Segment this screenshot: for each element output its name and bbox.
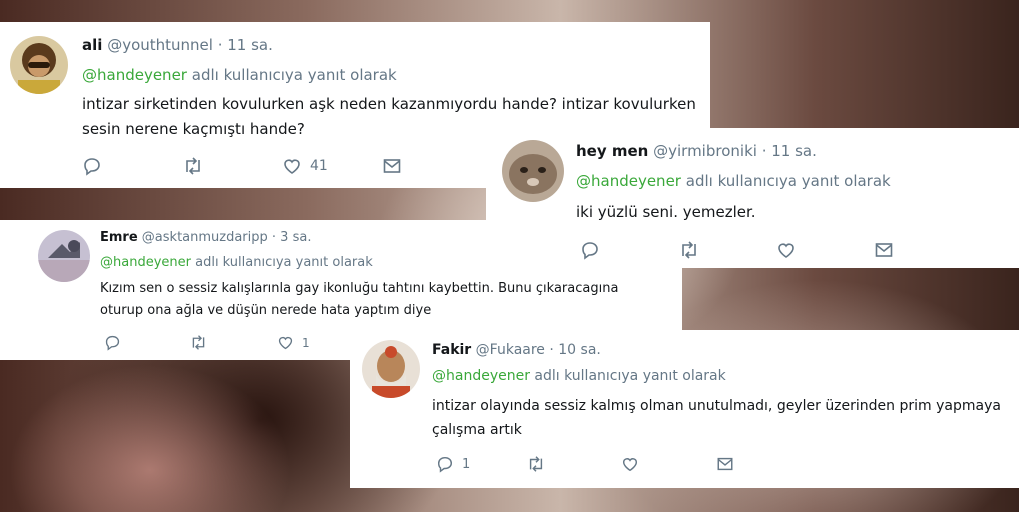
reply-icon: [84, 158, 100, 176]
retweet-icon: [529, 456, 543, 472]
message-icon: [717, 457, 733, 471]
tweet-header: ali @youthtunnel · 11 sa.: [82, 36, 273, 54]
reply-context: @handeyener adlı kullanıcıya yanıt olara…: [576, 172, 891, 190]
like-button[interactable]: [776, 240, 874, 260]
tweet-text: Kızım sen o sessiz kalışlarınla gay ikon…: [100, 281, 619, 318]
reply-suffix: adlı kullanıcıya yanıt olarak: [191, 66, 397, 84]
like-icon: [284, 159, 300, 174]
avatar[interactable]: [10, 36, 68, 94]
like-icon: [778, 243, 794, 258]
avatar[interactable]: [38, 230, 90, 282]
tweet-actions: [580, 240, 894, 260]
retweet-icon: [682, 241, 696, 259]
retweet-button[interactable]: [526, 455, 621, 473]
mention-link[interactable]: @handeyener: [100, 255, 191, 270]
tweet-text: iki yüzlü seni. yemezler.: [576, 203, 756, 221]
reply-button[interactable]: [82, 156, 182, 176]
display-name[interactable]: Fakir: [432, 342, 471, 358]
reply-context: @handeyener adlı kullanıcıya yanıt olara…: [100, 255, 373, 270]
like-icon: [622, 458, 638, 472]
like-count: 1: [302, 335, 310, 350]
reply-button[interactable]: 1: [436, 455, 526, 473]
message-icon: [383, 159, 401, 173]
handle[interactable]: @youthtunnel: [107, 36, 213, 54]
tweet-actions: 41: [82, 156, 402, 176]
reply-icon: [582, 242, 598, 260]
retweet-button[interactable]: [189, 334, 277, 351]
message-icon: [875, 243, 893, 257]
like-button[interactable]: [621, 455, 716, 473]
like-icon: [278, 336, 293, 350]
tweet-card-fakir: Fakir @Fukaare · 10 sa. @handeyener adlı…: [350, 330, 1019, 488]
display-name[interactable]: hey men: [576, 142, 648, 160]
mention-link[interactable]: @handeyener: [82, 66, 187, 84]
timestamp[interactable]: · 11 sa.: [218, 36, 273, 54]
tweet-header: Fakir @Fukaare · 10 sa.: [432, 342, 601, 358]
tweet-header: hey men @yirmibroniki · 11 sa.: [576, 142, 817, 160]
reply-suffix: adlı kullanıcıya yanıt olarak: [534, 368, 726, 384]
reply-button[interactable]: [104, 334, 189, 351]
tweet-header: Emre @asktanmuzdaripp · 3 sa.: [100, 230, 311, 245]
tweet-actions: 1: [436, 455, 734, 473]
mention-link[interactable]: @handeyener: [432, 368, 530, 384]
reply-icon: [437, 456, 453, 473]
reply-context: @handeyener adlı kullanıcıya yanıt olara…: [432, 368, 726, 384]
tweet-actions: 1: [104, 334, 310, 351]
timestamp[interactable]: · 3 sa.: [272, 230, 312, 245]
message-button[interactable]: [382, 156, 402, 176]
reply-suffix: adlı kullanıcıya yanıt olarak: [685, 172, 891, 190]
display-name[interactable]: ali: [82, 36, 102, 54]
reply-suffix: adlı kullanıcıya yanıt olarak: [195, 255, 373, 270]
like-count: 41: [310, 158, 328, 174]
message-button[interactable]: [716, 455, 734, 473]
retweet-button[interactable]: [182, 156, 282, 176]
message-button[interactable]: [874, 240, 894, 260]
retweet-icon: [186, 157, 200, 175]
tweet-card-hey-men: hey men @yirmibroniki · 11 sa. @handeyen…: [486, 128, 1019, 268]
avatar[interactable]: [502, 140, 564, 202]
reply-context: @handeyener adlı kullanıcıya yanıt olara…: [82, 66, 397, 84]
handle[interactable]: @asktanmuzdaripp: [142, 230, 268, 245]
avatar[interactable]: [362, 340, 420, 398]
reply-button[interactable]: [580, 240, 678, 260]
display-name[interactable]: Emre: [100, 230, 138, 245]
timestamp[interactable]: · 11 sa.: [762, 142, 817, 160]
reply-icon: [105, 335, 120, 351]
timestamp[interactable]: · 10 sa.: [549, 342, 601, 358]
reply-count: 1: [462, 456, 471, 472]
like-button[interactable]: 1: [277, 334, 310, 351]
retweet-icon: [192, 335, 205, 350]
mention-link[interactable]: @handeyener: [576, 172, 681, 190]
handle[interactable]: @yirmibroniki: [653, 142, 757, 160]
handle[interactable]: @Fukaare: [476, 342, 545, 358]
tweet-text: intizar olayında sessiz kalmış olman unu…: [432, 398, 1001, 438]
retweet-button[interactable]: [678, 240, 776, 260]
like-button[interactable]: 41: [282, 156, 382, 176]
